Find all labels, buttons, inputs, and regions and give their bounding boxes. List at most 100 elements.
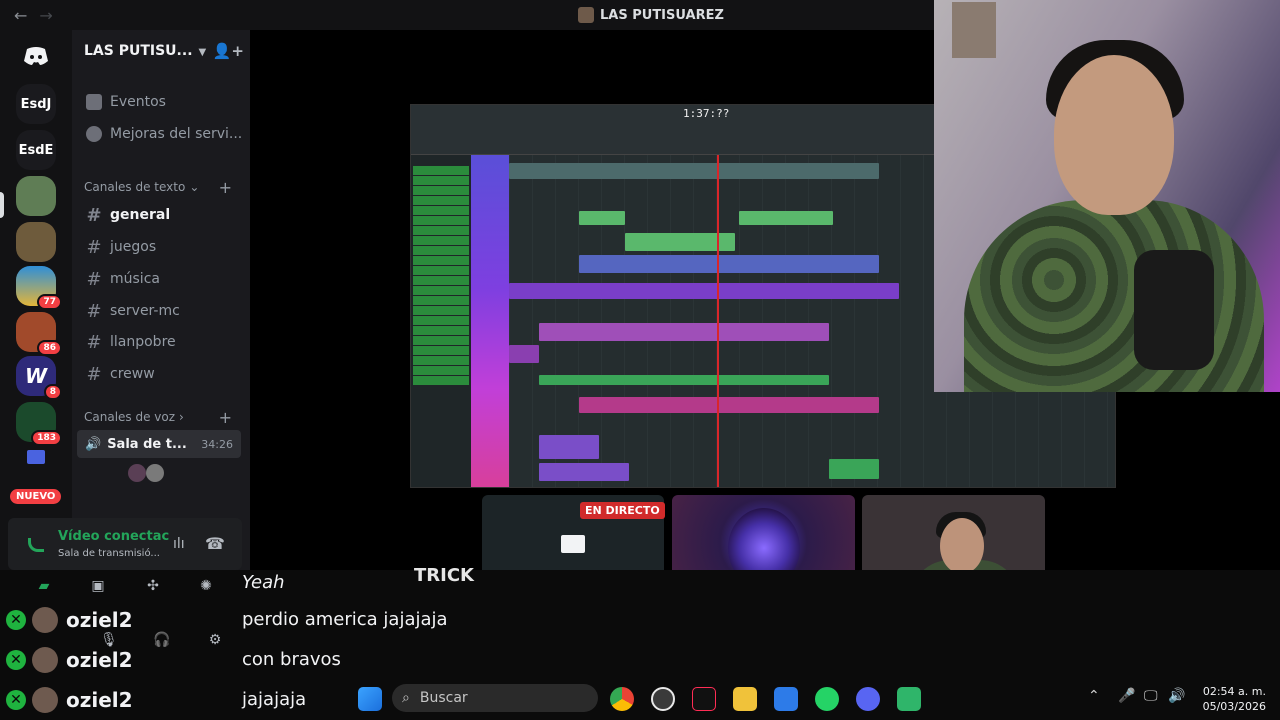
discord-home-icon[interactable] [16,36,56,76]
channel-general[interactable]: # general [82,201,242,229]
chat-line: ✕ oziel2 [6,687,133,713]
unread-badge: 86 [37,340,62,356]
voice-status-panel: Vídeo conectac Sala de transmisió... ılı… [8,518,242,570]
pattern-clip [539,463,629,481]
audio-clip [579,211,625,225]
chat-username: oziel2 [66,688,133,712]
app-icon-green[interactable] [897,687,921,711]
chevron-up-icon[interactable]: ⌃ [1088,688,1100,704]
activities-icon[interactable]: ✣ [145,578,161,594]
voice-status-subtitle[interactable]: Sala de transmisió... [58,548,160,559]
server-avatar-6[interactable]: 183 [16,402,62,446]
microphone-icon[interactable]: 🎙 [100,632,118,648]
pattern-clip [509,345,539,363]
voice-member-avatar[interactable] [146,464,164,482]
voice-timer: 34:26 [201,437,233,451]
chat-message: Yeah [242,572,285,593]
disconnect-icon[interactable]: ☎ [205,534,225,553]
check-icon: ✕ [6,650,26,670]
microphone-tray-icon[interactable]: 🎤 [1118,688,1135,704]
taskbar-clock[interactable]: 02:54 a. m. 05/03/2026 [1196,684,1266,714]
window-title-text: LAS PUTISUAREZ [600,7,724,23]
streamer-webcam [934,0,1280,392]
screen: ← → LAS PUTISUAREZ EsdJ EsdE 77 86 W8 18… [0,0,1280,720]
volume-icon[interactable]: 🔊 [1168,688,1185,704]
channel-llanpobre[interactable]: # llanpobre [82,328,242,356]
settings-gear-icon[interactable]: ⚙ [207,632,223,648]
file-explorer-icon[interactable] [733,687,757,711]
window-title: LAS PUTISUAREZ [578,7,724,23]
server-esdj[interactable]: EsdJ [16,84,56,124]
boosts-item[interactable]: Mejoras del servi... [86,126,242,142]
camera-icon[interactable]: ▰ [36,578,52,594]
screen-share-icon [561,535,585,553]
tiktok-icon[interactable] [692,687,716,711]
server-avatar-5[interactable]: W8 [16,356,62,400]
chat-line: ✕ oziel2 [6,647,133,673]
wall-photo [952,2,996,58]
chat-message: jajajaja [242,689,307,710]
channel-server-mc[interactable]: # server-mc [82,297,242,325]
text-channels-category[interactable]: Canales de texto ⌄ [84,180,199,194]
clock-date: 05/03/2026 [1202,700,1266,713]
nuevo-badge[interactable]: NUEVO [10,489,62,504]
signal-icon [28,538,44,552]
avatar [32,687,58,713]
taskbar-search[interactable]: ⌕ Buscar [392,684,598,712]
voice-channel-sala[interactable]: 🔊 Sala de t... 34:26 [77,430,241,458]
add-user-icon[interactable]: 👤+ [213,42,244,60]
back-arrow-icon[interactable]: ← [14,6,27,25]
avatar [32,647,58,673]
guild-name: LAS PUTISU... ▼ [84,43,207,59]
chrome-icon[interactable] [610,687,634,711]
server-avatar-3[interactable]: 77 [16,266,62,310]
unread-badge: 183 [31,430,62,446]
hash-icon: # [86,204,102,226]
windows-start-icon[interactable] [358,687,382,711]
server-avatar-2[interactable] [16,222,56,262]
chat-username: oziel2 [66,608,133,632]
calendar-icon [86,94,102,110]
pattern-clip [509,283,899,299]
noise-suppression-icon[interactable]: ılı [173,536,185,552]
whatsapp-icon[interactable] [815,687,839,711]
add-channel-icon[interactable]: + [219,178,232,197]
webcam-person-body [964,200,1264,392]
hash-icon: # [86,331,102,353]
voice-channels-category[interactable]: Canales de voz › [84,410,184,424]
screen-share-toggle-icon[interactable]: ▣ [90,578,106,594]
unread-badge: 77 [37,294,62,310]
store-icon[interactable] [774,687,798,711]
add-voice-channel-icon[interactable]: + [219,408,232,427]
check-icon: ✕ [6,610,26,630]
chat-message: con bravos [242,649,341,670]
app-icon[interactable] [651,687,675,711]
microphone [1134,250,1214,370]
guild-header[interactable]: LAS PUTISU... ▼ 👤+ [84,42,244,60]
network-icon[interactable]: 🖵 [1144,688,1158,704]
headphones-icon[interactable]: 🎧 [153,632,170,648]
boost-icon [86,126,102,142]
channel-juegos[interactable]: # juegos [82,233,242,261]
server-rail: EsdJ EsdE 77 86 W8 183 NUEVO [0,30,72,570]
chat-username: oziel2 [66,648,133,672]
overlay-word: TRICK [414,565,474,586]
hash-icon: # [86,300,102,322]
mini-person-face [940,518,984,574]
pattern-clip [539,435,599,459]
folder-icon[interactable] [27,450,45,464]
discord-taskbar-icon[interactable] [856,687,880,711]
soundboard-icon[interactable]: ✺ [198,578,214,594]
server-avatar-4[interactable]: 86 [16,312,62,356]
pattern-clip [539,323,829,341]
daw-time-display: 1:37:?? [683,107,730,120]
server-esde[interactable]: EsdE [16,130,56,170]
voice-member-avatar[interactable] [128,464,146,482]
channel-musica[interactable]: # música [82,265,242,293]
channel-creww[interactable]: # creww [82,360,242,388]
search-icon: ⌕ [402,690,410,706]
forward-arrow-icon[interactable]: → [39,6,52,25]
events-item[interactable]: Eventos [86,94,166,110]
clock-time: 02:54 a. m. [1202,685,1266,698]
server-las-putisuarez[interactable] [16,176,56,216]
